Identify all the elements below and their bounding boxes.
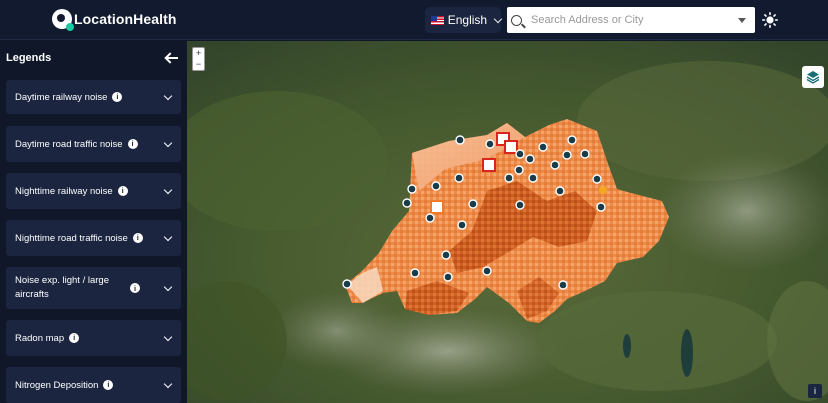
search-input[interactable] (531, 14, 731, 26)
legend-daytime-railway-noise[interactable]: Daytime railway noise i (6, 80, 181, 114)
map-info-button[interactable]: i (808, 384, 822, 398)
legend-label: Radon map (15, 332, 65, 344)
info-icon[interactable]: i (117, 185, 128, 196)
legend-nitrogen-deposition[interactable]: Nitrogen Deposition i (6, 367, 181, 403)
info-icon[interactable]: i (127, 138, 138, 149)
legend-label: Noise exp. light / large aircrafts (15, 275, 109, 300)
app-name: LocationHealth (74, 11, 177, 27)
chevron-down-icon (163, 232, 173, 241)
zoom-out-button[interactable]: − (193, 59, 204, 70)
info-icon[interactable]: i (130, 283, 140, 293)
info-icon[interactable]: i (69, 332, 80, 343)
legend-label: Nitrogen Deposition (15, 379, 99, 391)
map-canvas[interactable] (187, 41, 828, 403)
satellite-map[interactable] (187, 41, 828, 403)
chevron-down-icon (163, 282, 173, 291)
zoom-in-button[interactable]: + (193, 48, 204, 59)
legend-label: Nighttime road traffic noise (15, 232, 128, 244)
app-logo[interactable]: LocationHealth (52, 9, 177, 31)
language-label: English (447, 13, 488, 27)
chevron-down-icon (493, 14, 503, 23)
chevron-down-icon (163, 332, 173, 341)
dropdown-caret-icon[interactable] (738, 18, 746, 23)
arrow-left-icon[interactable] (165, 52, 179, 64)
legend-label: Nighttime railway noise (15, 185, 113, 197)
location-pin-logo-icon (52, 9, 74, 31)
legend-nighttime-railway-noise[interactable]: Nighttime railway noise i (6, 173, 181, 209)
legend-label: Daytime railway noise (15, 91, 108, 103)
legends-title: Legends (6, 52, 52, 64)
sun-icon[interactable] (762, 12, 778, 28)
legend-label: Daytime road traffic noise (15, 138, 123, 150)
legend-aircraft-noise[interactable]: Noise exp. light / large aircrafts i (6, 267, 181, 309)
legend-daytime-road-traffic-noise[interactable]: Daytime road traffic noise i (6, 126, 181, 162)
us-flag-icon (431, 15, 444, 25)
legends-header: Legends (0, 41, 187, 75)
legend-nighttime-road-traffic-noise[interactable]: Nighttime road traffic noise i (6, 220, 181, 256)
top-bar: LocationHealth English (0, 0, 828, 40)
chevron-down-icon (163, 138, 173, 147)
layers-button[interactable] (802, 66, 824, 88)
address-search[interactable] (507, 7, 755, 33)
chevron-down-icon (163, 379, 173, 388)
info-icon[interactable]: i (132, 232, 143, 243)
info-icon[interactable]: i (112, 91, 123, 102)
layers-icon (806, 71, 820, 84)
legends-panel: Legends Daytime railway noise i Daytime r… (0, 41, 187, 403)
chevron-down-icon (163, 185, 173, 194)
chevron-down-icon (163, 91, 173, 100)
language-selector[interactable]: English (425, 7, 503, 33)
search-icon (511, 14, 522, 26)
info-icon[interactable]: i (103, 379, 114, 390)
legend-radon-map[interactable]: Radon map i (6, 320, 181, 356)
zoom-control[interactable]: + − (192, 47, 205, 71)
